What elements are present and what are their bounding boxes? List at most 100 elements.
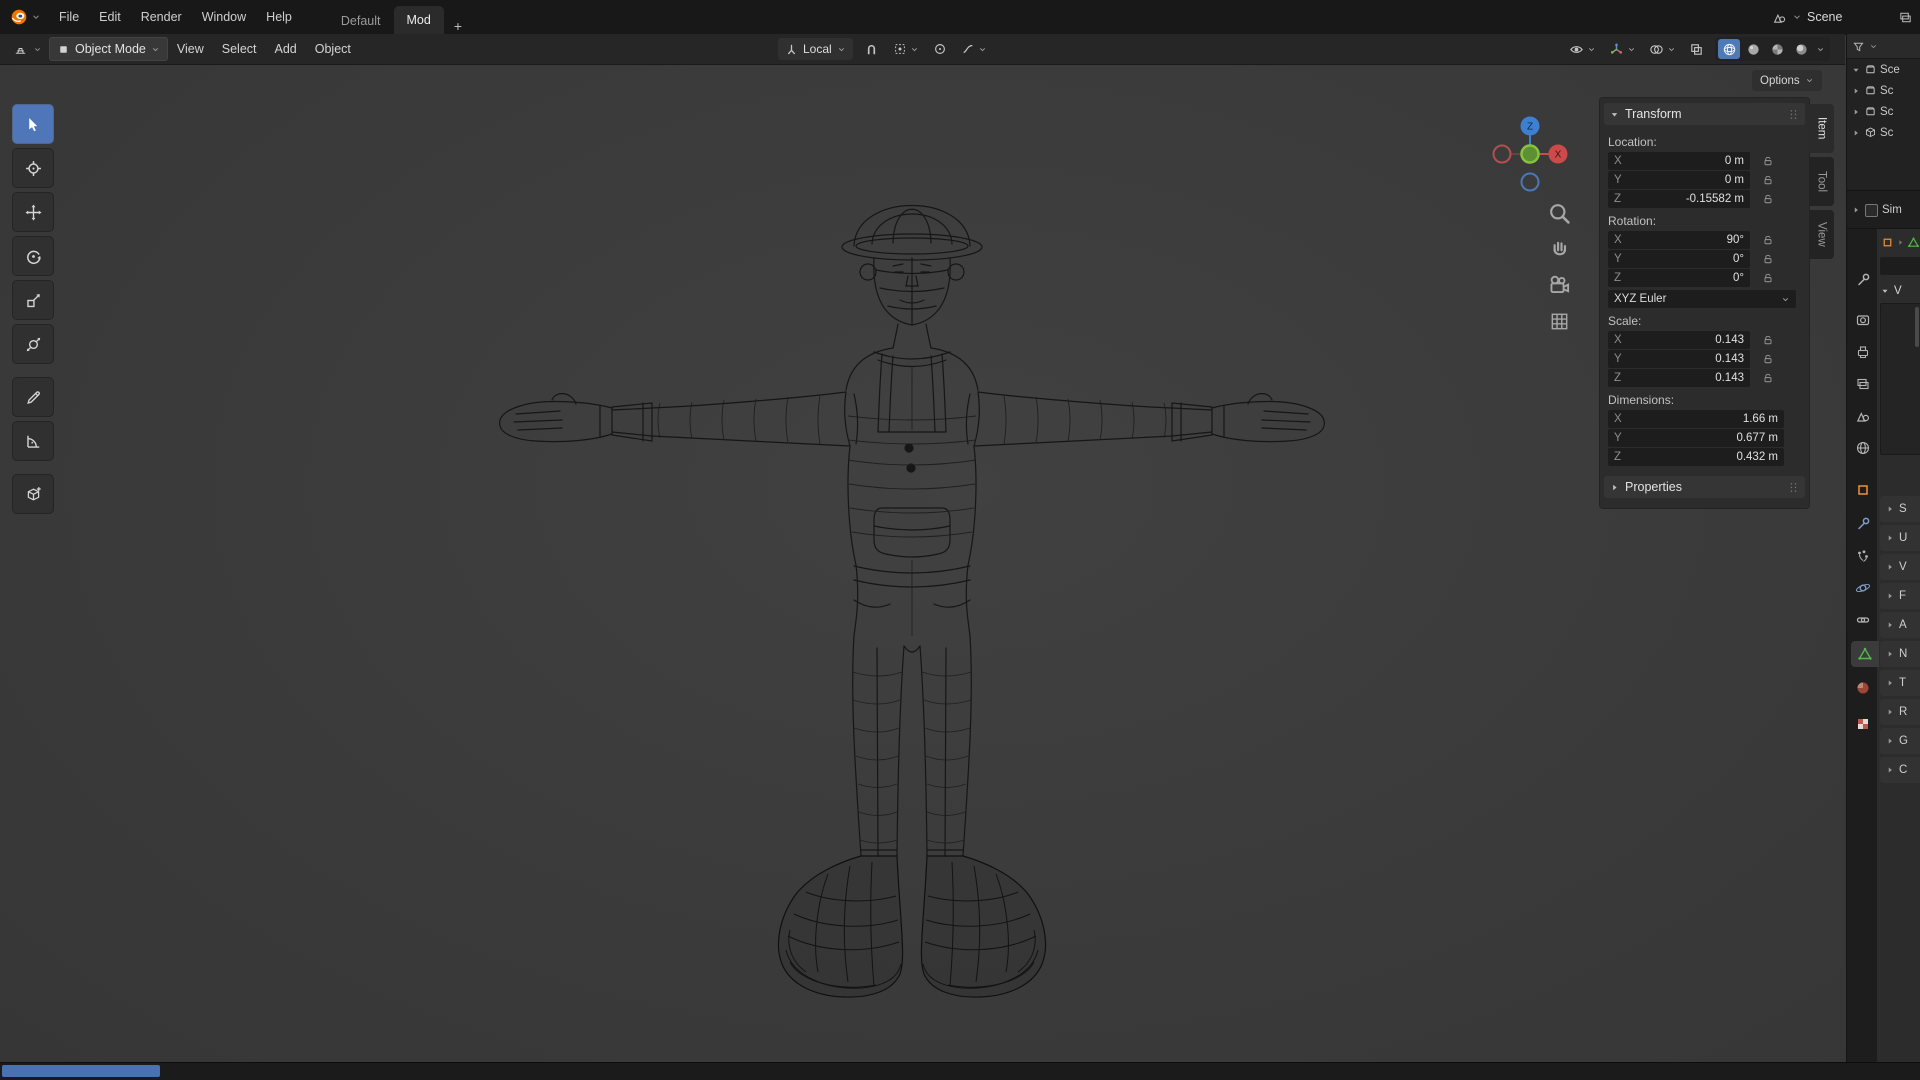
tool-move[interactable] <box>12 192 54 232</box>
properties-tab-tool[interactable] <box>1850 267 1876 293</box>
outliner-row-collection[interactable]: Sc <box>1847 122 1920 143</box>
outliner-row-collection[interactable]: Sc <box>1847 80 1920 101</box>
app-menu-button[interactable] <box>0 8 49 26</box>
lock-button[interactable] <box>1762 193 1774 205</box>
dimensions-z-field[interactable]: Z0.432 m <box>1608 448 1784 466</box>
scale-z-field[interactable]: Z0.143 <box>1608 369 1750 387</box>
lock-button[interactable] <box>1762 174 1774 186</box>
properties-tab-scene[interactable] <box>1850 403 1876 429</box>
outliner-sim-row[interactable]: Sim <box>1846 190 1920 229</box>
rotation-y-field[interactable]: Y0° <box>1608 250 1750 268</box>
chevron-down-icon[interactable] <box>1816 45 1825 54</box>
lock-button[interactable] <box>1762 353 1774 365</box>
chevron-down-icon[interactable] <box>1869 42 1878 51</box>
properties-tab-view-layer[interactable] <box>1850 371 1876 397</box>
panel-drag-dots-icon[interactable] <box>1787 481 1800 494</box>
overlays-toggle[interactable] <box>1647 38 1678 60</box>
menu-help[interactable]: Help <box>256 0 302 34</box>
sidebar-tab-view[interactable]: View <box>1809 210 1834 259</box>
snap-toggle[interactable] <box>861 38 882 60</box>
tool-measure[interactable] <box>12 421 54 461</box>
panel-normals[interactable]: N <box>1880 641 1920 667</box>
object-visibility-dropdown[interactable] <box>1567 38 1598 60</box>
panel-texture-space[interactable]: T <box>1880 670 1920 696</box>
transform-orientation-dropdown[interactable]: Local <box>778 38 853 60</box>
sidebar-tab-tool[interactable]: Tool <box>1809 157 1834 206</box>
shading-material-button[interactable] <box>1766 39 1788 59</box>
panel-attributes[interactable]: A <box>1880 612 1920 638</box>
properties-tab-physics[interactable] <box>1850 575 1876 601</box>
rotation-mode-dropdown[interactable]: XYZ Euler <box>1608 290 1796 308</box>
menu-object[interactable]: Object <box>306 34 360 64</box>
menu-window[interactable]: Window <box>192 0 256 34</box>
shading-wireframe-button[interactable] <box>1718 39 1740 59</box>
properties-tab-particles[interactable] <box>1850 543 1876 569</box>
tool-transform[interactable] <box>12 324 54 364</box>
gizmo-x-negative[interactable] <box>1494 146 1511 163</box>
mode-dropdown[interactable]: Object Mode <box>49 37 168 61</box>
transform-panel-header[interactable]: Transform <box>1604 103 1805 125</box>
options-dropdown[interactable]: Options <box>1752 70 1822 91</box>
view-layer-selector[interactable] <box>1898 0 1913 34</box>
location-z-field[interactable]: Z-0.15582 m <box>1608 190 1750 208</box>
scrollbar[interactable] <box>1915 307 1919 347</box>
dimensions-x-field[interactable]: X1.66 m <box>1608 410 1784 428</box>
workspace-tab-default[interactable]: Default <box>328 8 394 34</box>
pan-hand-icon[interactable] <box>1548 238 1571 261</box>
datablock-name-field[interactable] <box>1880 257 1920 275</box>
xray-toggle[interactable] <box>1687 38 1706 60</box>
lock-button[interactable] <box>1762 272 1774 284</box>
outliner-row-collection[interactable]: Sc <box>1847 101 1920 122</box>
lock-button[interactable] <box>1762 334 1774 346</box>
tool-select-box[interactable] <box>12 104 54 144</box>
properties-tab-texture[interactable] <box>1850 711 1876 737</box>
scale-y-field[interactable]: Y0.143 <box>1608 350 1750 368</box>
lock-button[interactable] <box>1762 372 1774 384</box>
tool-cursor[interactable] <box>12 148 54 188</box>
properties-tab-render[interactable] <box>1850 307 1876 333</box>
ortho-grid-icon[interactable] <box>1548 310 1571 333</box>
properties-tab-world[interactable] <box>1850 435 1876 461</box>
dimensions-y-field[interactable]: Y0.677 m <box>1608 429 1784 447</box>
tool-annotate[interactable] <box>12 377 54 417</box>
editor-type-button[interactable] <box>6 38 49 60</box>
panel-drag-dots-icon[interactable] <box>1787 108 1800 121</box>
zoom-icon[interactable] <box>1548 202 1571 225</box>
properties-tab-object[interactable] <box>1850 477 1876 503</box>
panel-custom-properties[interactable]: C <box>1880 757 1920 783</box>
add-workspace-button[interactable]: + <box>444 18 472 34</box>
panel-geometry-data[interactable]: G <box>1880 728 1920 754</box>
camera-view-icon[interactable] <box>1548 274 1571 297</box>
filter-funnel-icon[interactable] <box>1852 40 1865 53</box>
panel-face-maps[interactable]: F <box>1880 583 1920 609</box>
panel-uv-maps[interactable]: U <box>1880 525 1920 551</box>
gizmo-z-negative[interactable] <box>1522 174 1539 191</box>
lock-button[interactable] <box>1762 253 1774 265</box>
rotation-z-field[interactable]: Z0° <box>1608 269 1750 287</box>
menu-render[interactable]: Render <box>131 0 192 34</box>
panel-remesh[interactable]: R <box>1880 699 1920 725</box>
properties-tab-object-data[interactable] <box>1851 641 1879 667</box>
properties-tab-constraints[interactable] <box>1850 607 1876 633</box>
panel-vertex-colors[interactable]: V <box>1880 554 1920 580</box>
tool-rotate[interactable] <box>12 236 54 276</box>
menu-file[interactable]: File <box>49 0 89 34</box>
menu-add[interactable]: Add <box>266 34 306 64</box>
vertex-groups-panel-header[interactable]: V <box>1880 285 1920 297</box>
panel-shape-keys[interactable]: S <box>1880 496 1920 522</box>
scale-x-field[interactable]: X0.143 <box>1608 331 1750 349</box>
location-y-field[interactable]: Y0 m <box>1608 171 1750 189</box>
menu-view[interactable]: View <box>168 34 213 64</box>
gizmos-toggle[interactable] <box>1607 38 1638 60</box>
properties-tab-modifiers[interactable] <box>1850 511 1876 537</box>
location-x-field[interactable]: X0 m <box>1608 152 1750 170</box>
rotation-x-field[interactable]: X90° <box>1608 231 1750 249</box>
properties-panel-header[interactable]: Properties <box>1604 476 1805 498</box>
outliner-row-scene-collection[interactable]: Sce <box>1847 59 1920 80</box>
tool-add-cube[interactable] <box>12 474 54 514</box>
proportional-editing-toggle[interactable] <box>930 38 950 60</box>
menu-select[interactable]: Select <box>213 34 266 64</box>
scene-selector[interactable]: Scene <box>1772 0 1842 34</box>
workspace-tab-mod[interactable]: Mod <box>394 6 444 34</box>
lock-button[interactable] <box>1762 234 1774 246</box>
